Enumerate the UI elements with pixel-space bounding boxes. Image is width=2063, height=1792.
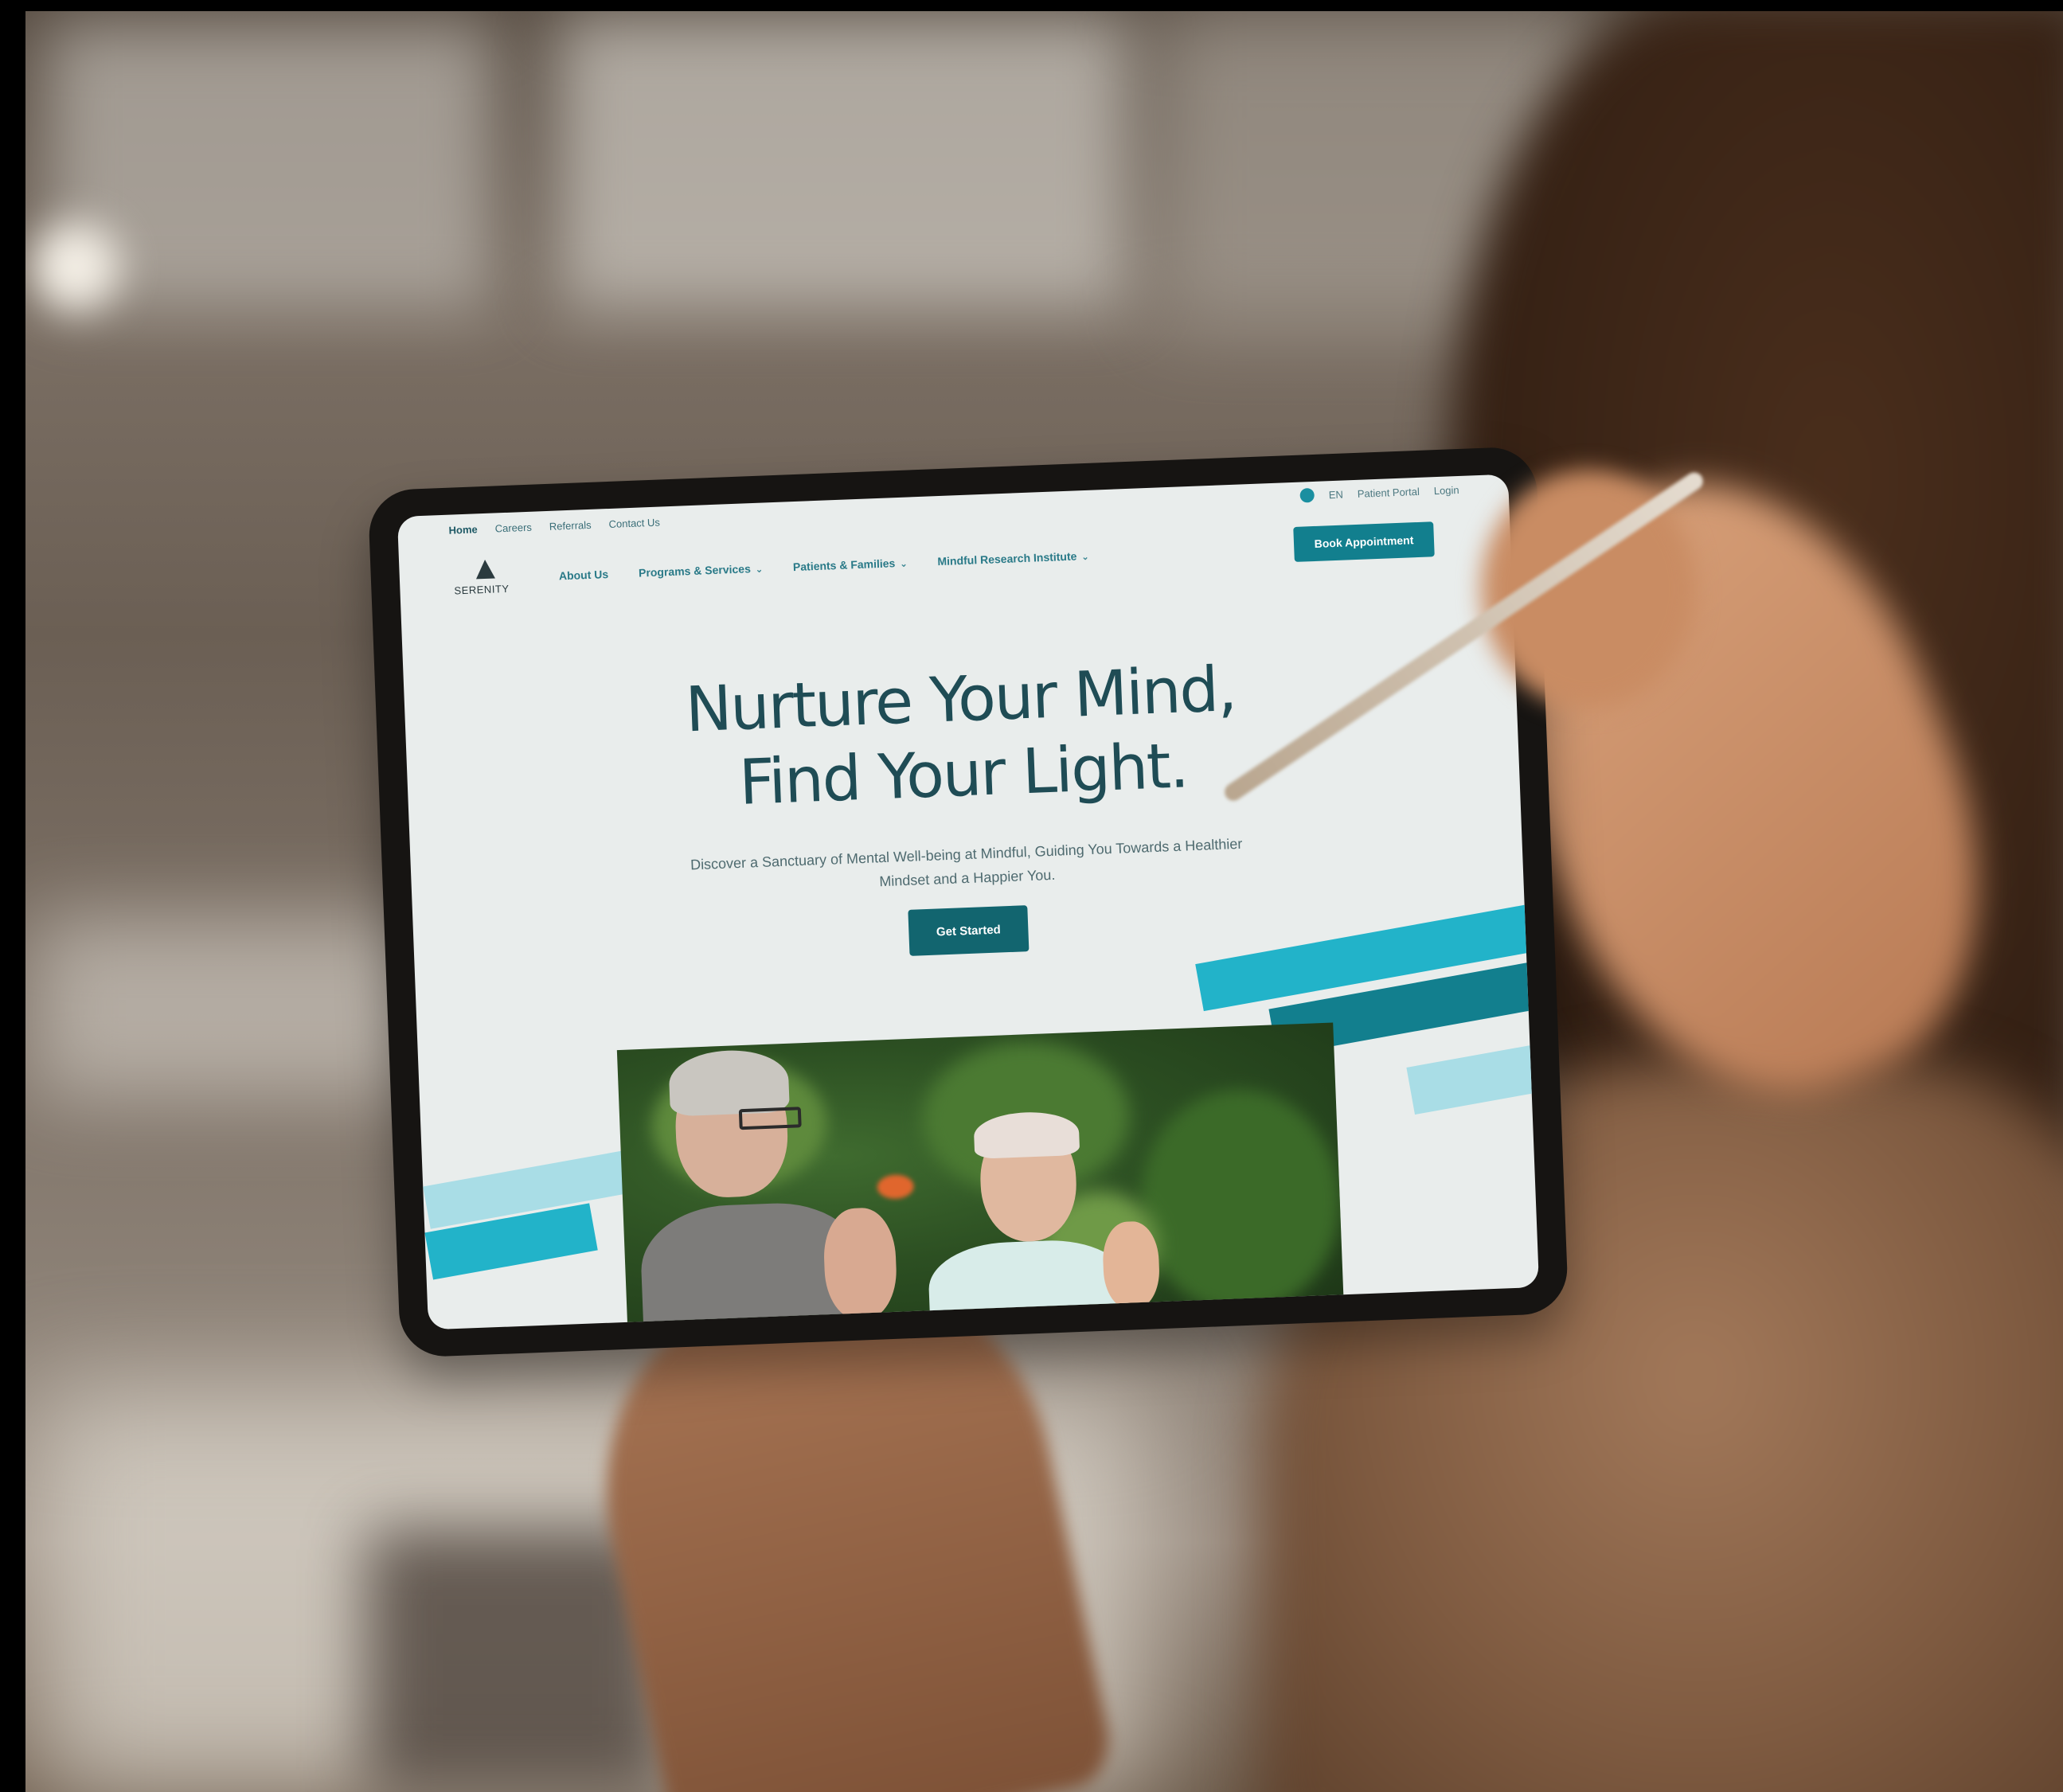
light-blur bbox=[32, 223, 119, 310]
nav-item-label: About Us bbox=[558, 568, 609, 583]
utility-link-careers[interactable]: Careers bbox=[494, 521, 532, 535]
chevron-down-icon: ⌄ bbox=[755, 564, 764, 575]
utility-links: Home Careers Referrals Contact Us bbox=[448, 517, 660, 537]
window-blur bbox=[557, 16, 1131, 310]
hero-subtitle: Discover a Sanctuary of Mental Well-bein… bbox=[690, 835, 1243, 890]
utility-link-home[interactable]: Home bbox=[448, 523, 478, 536]
utility-link-contact[interactable]: Contact Us bbox=[608, 517, 660, 530]
foliage bbox=[1136, 1086, 1344, 1317]
chevron-down-icon: ⌄ bbox=[1081, 552, 1089, 563]
logo-text: SERENITY bbox=[454, 582, 510, 597]
frame-edge bbox=[0, 0, 25, 1792]
woman-figure bbox=[927, 1237, 1131, 1330]
hero-title: Nurture Your Mind, Find Your Light. bbox=[404, 641, 1520, 833]
woman-hands bbox=[1101, 1220, 1161, 1310]
tablet-device: Home Careers Referrals Contact Us EN Pat… bbox=[367, 446, 1569, 1358]
patient-portal-link[interactable]: Patient Portal bbox=[1358, 485, 1420, 499]
book-appointment-button[interactable]: Book Appointment bbox=[1293, 521, 1435, 562]
shelf-blur bbox=[32, 916, 446, 1099]
utility-right: EN Patient Portal Login bbox=[1299, 482, 1459, 503]
frame-edge bbox=[0, 0, 2063, 11]
language-selector[interactable]: EN bbox=[1328, 488, 1343, 501]
get-started-button[interactable]: Get Started bbox=[908, 905, 1030, 956]
glasses bbox=[738, 1107, 802, 1130]
login-link[interactable]: Login bbox=[1433, 483, 1459, 496]
decor-stripe bbox=[1406, 1042, 1540, 1115]
tablet-screen: Home Careers Referrals Contact Us EN Pat… bbox=[397, 474, 1540, 1330]
nav-item-about[interactable]: About Us bbox=[559, 568, 609, 582]
nav-item-label: Programs & Services bbox=[638, 562, 752, 580]
chevron-down-icon: ⌄ bbox=[900, 559, 908, 569]
logo-icon bbox=[475, 559, 495, 580]
nav-menu: About Us Programs & Services ⌄ Patients &… bbox=[559, 549, 1089, 582]
nav-item-label: Mindful Research Institute bbox=[937, 549, 1077, 568]
man-hair bbox=[668, 1048, 790, 1117]
nav-item-research[interactable]: Mindful Research Institute ⌄ bbox=[937, 549, 1089, 568]
nav-item-programs[interactable]: Programs & Services ⌄ bbox=[638, 562, 764, 580]
globe-icon[interactable] bbox=[1299, 487, 1315, 503]
flower bbox=[877, 1173, 915, 1200]
utility-link-referrals[interactable]: Referrals bbox=[549, 519, 592, 533]
man-hands bbox=[822, 1206, 899, 1322]
nav-item-patients[interactable]: Patients & Families ⌄ bbox=[792, 556, 908, 574]
site-logo[interactable]: SERENITY bbox=[453, 558, 518, 600]
nav-item-label: Patients & Families bbox=[792, 556, 896, 574]
hero-image bbox=[616, 1022, 1344, 1330]
